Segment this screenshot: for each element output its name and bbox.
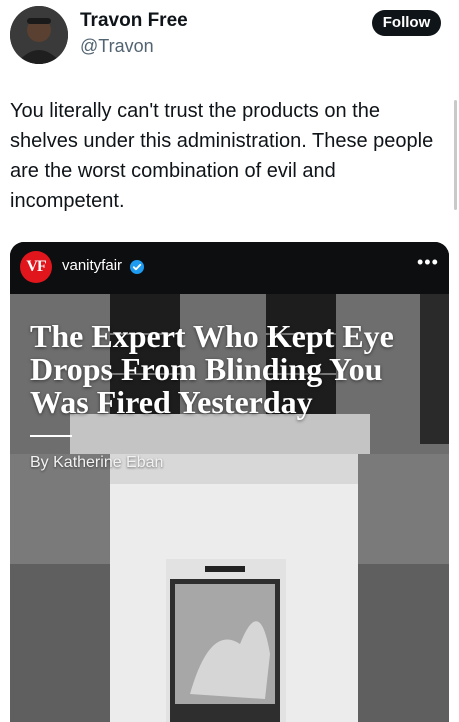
tweet-header: Travon Free @Travon Follow xyxy=(0,0,459,80)
avatar-photo xyxy=(10,6,68,64)
headline-divider xyxy=(30,435,72,437)
article-headline: The Expert Who Kept Eye Drops From Blind… xyxy=(30,318,394,420)
scrollbar[interactable] xyxy=(454,100,457,210)
verified-badge-icon xyxy=(130,260,144,274)
user-handle[interactable]: @Travon xyxy=(80,36,154,57)
embedded-account-name[interactable]: vanityfair xyxy=(62,257,122,274)
avatar[interactable] xyxy=(10,6,68,64)
follow-button[interactable]: Follow xyxy=(372,10,441,36)
embedded-post-card[interactable]: VF vanityfair ••• The Expert Who Kept Ey… xyxy=(10,242,449,722)
embedded-post-header: VF vanityfair ••• xyxy=(10,242,449,294)
more-options-icon[interactable]: ••• xyxy=(417,252,439,273)
display-name[interactable]: Travon Free xyxy=(80,10,188,32)
article-byline: By Katherine Eban xyxy=(30,454,164,471)
vanityfair-logo[interactable]: VF xyxy=(20,251,52,283)
tweet-text: You literally can't trust the products o… xyxy=(10,100,434,212)
